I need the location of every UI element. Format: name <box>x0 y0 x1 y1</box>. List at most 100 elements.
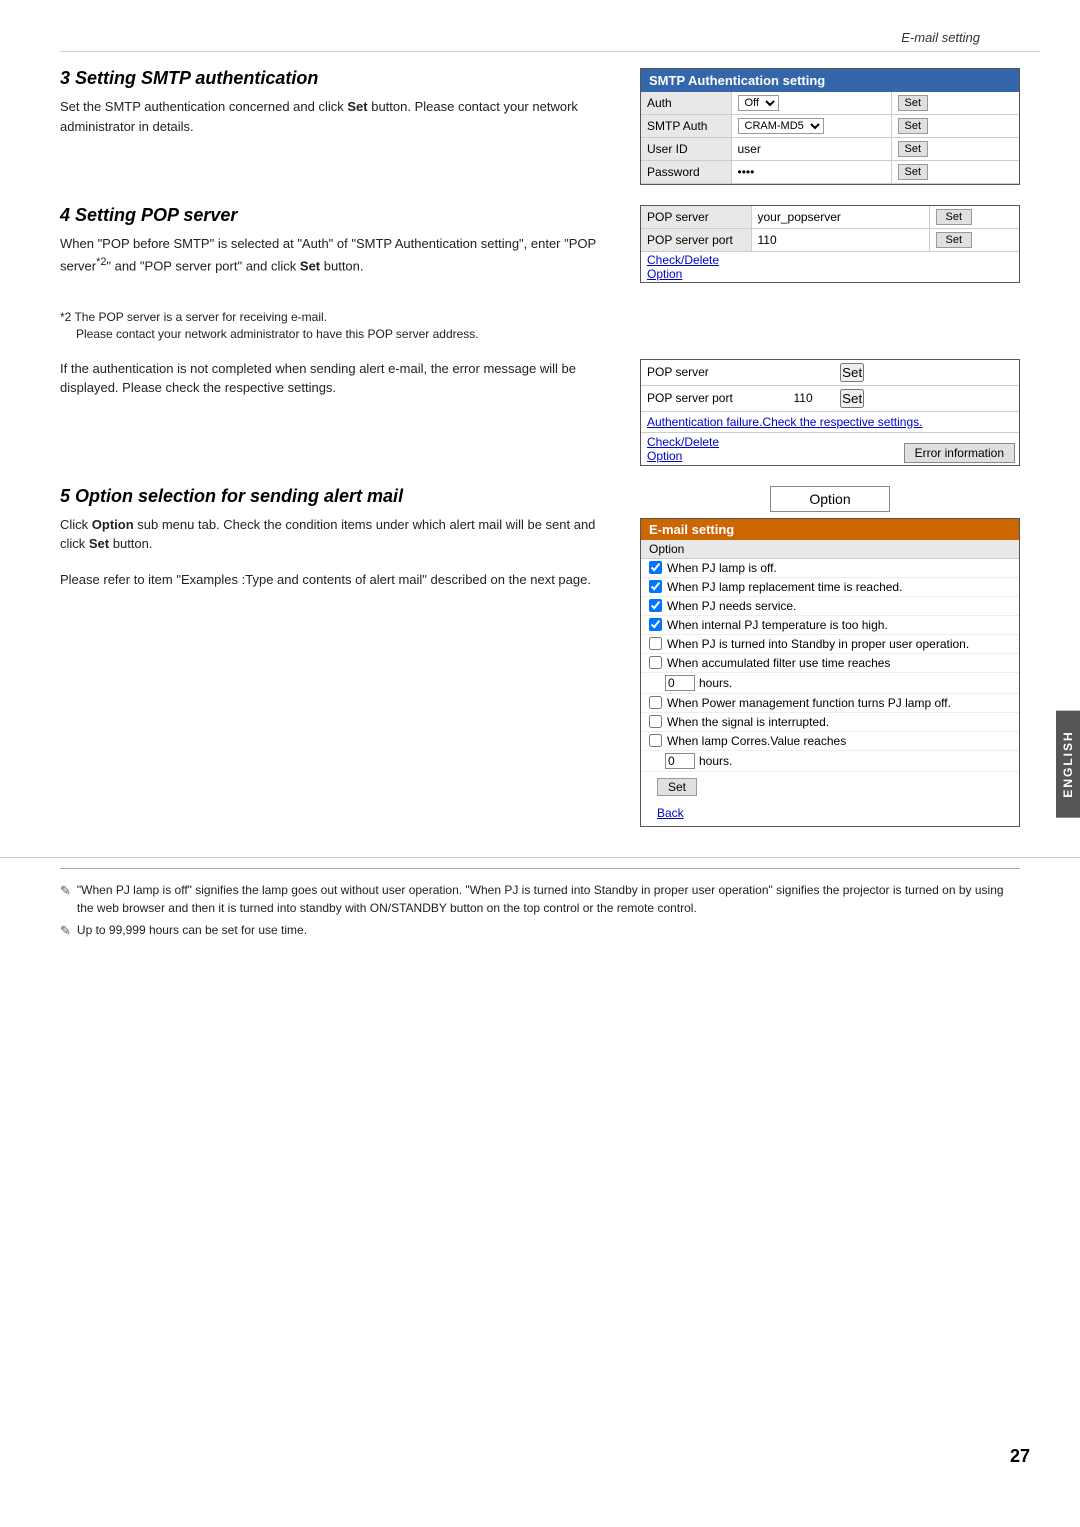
option-item-label: When accumulated filter use time reaches <box>667 656 890 670</box>
option-item-label: When lamp Corres.Value reaches <box>667 734 846 748</box>
page-title: E-mail setting <box>901 30 980 45</box>
footnote-text-1: "When PJ lamp is off" signifies the lamp… <box>77 881 1020 917</box>
footnotes-section: ✎ "When PJ lamp is off" signifies the la… <box>0 857 1080 941</box>
hours-label-filter: hours. <box>699 676 732 690</box>
field-label-pop-server-err: POP server <box>641 360 788 386</box>
checkbox-signal[interactable] <box>649 715 662 728</box>
section-5: 5 Option selection for sending alert mai… <box>60 486 1020 827</box>
option-link-1[interactable]: Option <box>647 267 682 281</box>
option-set-button[interactable]: Set <box>657 778 697 796</box>
section-4: 4 Setting POP server When "POP before SM… <box>60 205 1020 283</box>
section-4-title: 4 Setting POP server <box>60 205 610 226</box>
table-row-links: Check/Delete Option <box>641 252 1019 283</box>
field-value-pop-server: your_popserver <box>751 206 929 229</box>
option-title-label: Option <box>809 491 850 507</box>
section-5-title: 5 Option selection for sending alert mai… <box>60 486 610 507</box>
table-row: POP server Set <box>641 360 1019 386</box>
back-link[interactable]: Back <box>649 804 1011 822</box>
checkbox-power-mgmt[interactable] <box>649 696 662 709</box>
field-value-pop-server-err <box>788 360 835 386</box>
option-item-label: When PJ lamp is off. <box>667 561 777 575</box>
page-number: 27 <box>1010 1446 1030 1467</box>
set-pop-server-button[interactable]: Set <box>936 209 972 225</box>
set-smtp-auth-button[interactable]: Set <box>898 118 929 134</box>
field-label-password: Password <box>641 161 731 184</box>
option-hours-filter: hours. <box>641 673 1019 694</box>
section-5-body2: Please refer to item "Examples :Type and… <box>60 570 610 590</box>
field-label-pop-server: POP server <box>641 206 751 229</box>
footnote-item-1: ✎ "When PJ lamp is off" signifies the la… <box>60 881 1020 917</box>
section-3-left: 3 Setting SMTP authentication Set the SM… <box>60 68 610 185</box>
section-4-body: When "POP before SMTP" is selected at "A… <box>60 234 610 275</box>
set-auth-button[interactable]: Set <box>898 95 929 111</box>
table-row-links-err: Check/Delete Option Error information <box>641 432 1019 465</box>
field-label-pop-port: POP server port <box>641 229 751 252</box>
checkbox-standby[interactable] <box>649 637 662 650</box>
checkbox-temp[interactable] <box>649 618 662 631</box>
option-hours-corres: hours. <box>641 751 1019 772</box>
footnote-marker-2: *2 The POP server is a server for receiv… <box>60 310 327 324</box>
section-3-title: 3 Setting SMTP authentication <box>60 68 610 89</box>
set-pop-port-button[interactable]: Set <box>936 232 972 248</box>
option-item-service: When PJ needs service. <box>641 597 1019 616</box>
option-item-temp: When internal PJ temperature is too high… <box>641 616 1019 635</box>
field-value-auth: Off <box>731 92 891 115</box>
section-3-body: Set the SMTP authentication concerned an… <box>60 97 610 136</box>
error-info-button[interactable]: Error information <box>904 443 1015 463</box>
smtp-table-header: SMTP Authentication setting <box>641 69 1019 92</box>
option-link-err[interactable]: Option <box>647 449 682 463</box>
auth-select[interactable]: Off <box>738 95 779 111</box>
table-row: POP server your_popserver Set <box>641 206 1019 229</box>
field-value-smtp-auth: CRAM-MD5 <box>731 115 891 138</box>
checkbox-service[interactable] <box>649 599 662 612</box>
table-row: Auth Off Set <box>641 92 1019 115</box>
smtp-auth-select[interactable]: CRAM-MD5 <box>738 118 824 134</box>
table-row: POP server port 110 Set <box>641 385 1019 411</box>
table-row: Password •••• Set <box>641 161 1019 184</box>
section-4-right: POP server your_popserver Set POP server… <box>640 205 1020 283</box>
field-value-userid: user <box>731 138 891 161</box>
option-item-lamp-off: When PJ lamp is off. <box>641 559 1019 578</box>
set-password-button[interactable]: Set <box>898 164 929 180</box>
option-item-label: When PJ needs service. <box>667 599 796 613</box>
checkbox-lamp-replace[interactable] <box>649 580 662 593</box>
page-header-label: E-mail setting <box>60 20 1040 52</box>
field-value-pop-port-err: 110 <box>788 385 835 411</box>
checkbox-corres[interactable] <box>649 734 662 747</box>
check-delete-link[interactable]: Check/Delete <box>647 253 719 267</box>
section-4b-left: If the authentication is not completed w… <box>60 359 610 466</box>
check-delete-link-err[interactable]: Check/Delete <box>647 435 719 449</box>
option-item-label: When internal PJ temperature is too high… <box>667 618 888 632</box>
table-row-auth-failure: Authentication failure.Check the respect… <box>641 411 1019 432</box>
footnote-subtext-2: Please contact your network administrato… <box>60 327 479 341</box>
option-item-signal: When the signal is interrupted. <box>641 713 1019 732</box>
section-4-left: 4 Setting POP server When "POP before SM… <box>60 205 610 283</box>
option-item-label: When PJ is turned into Standby in proper… <box>667 637 969 651</box>
table-row: SMTP Auth CRAM-MD5 Set <box>641 115 1019 138</box>
option-panel-subheader: Option <box>641 540 1019 559</box>
footnote-icon-1: ✎ <box>60 881 71 917</box>
checkbox-lamp-off[interactable] <box>649 561 662 574</box>
option-item-label: When Power management function turns PJ … <box>667 696 951 710</box>
section-5-left: 5 Option selection for sending alert mai… <box>60 486 610 827</box>
english-sidebar: ENGLISH <box>1056 710 1080 817</box>
option-item-corres: When lamp Corres.Value reaches <box>641 732 1019 751</box>
set-pop-server-err-button[interactable]: Set <box>840 363 864 382</box>
section-4b-right: POP server Set POP server port 110 Set A… <box>640 359 1020 466</box>
field-value-pop-port: 110 <box>751 229 929 252</box>
field-label-auth: Auth <box>641 92 731 115</box>
checkbox-filter[interactable] <box>649 656 662 669</box>
pop-server-table: POP server your_popserver Set POP server… <box>640 205 1020 283</box>
corres-hours-input[interactable] <box>665 753 695 769</box>
option-item-lamp-replace: When PJ lamp replacement time is reached… <box>641 578 1019 597</box>
option-title-bar: Option <box>770 486 890 512</box>
field-label-userid: User ID <box>641 138 731 161</box>
field-label-pop-port-err: POP server port <box>641 385 788 411</box>
option-panel: E-mail setting Option When PJ lamp is of… <box>640 518 1020 827</box>
set-userid-button[interactable]: Set <box>898 141 929 157</box>
field-value-password: •••• <box>731 161 891 184</box>
footnote-divider <box>60 868 1020 869</box>
english-label: ENGLISH <box>1061 730 1075 797</box>
filter-hours-input[interactable] <box>665 675 695 691</box>
set-pop-port-err-button[interactable]: Set <box>840 389 864 408</box>
